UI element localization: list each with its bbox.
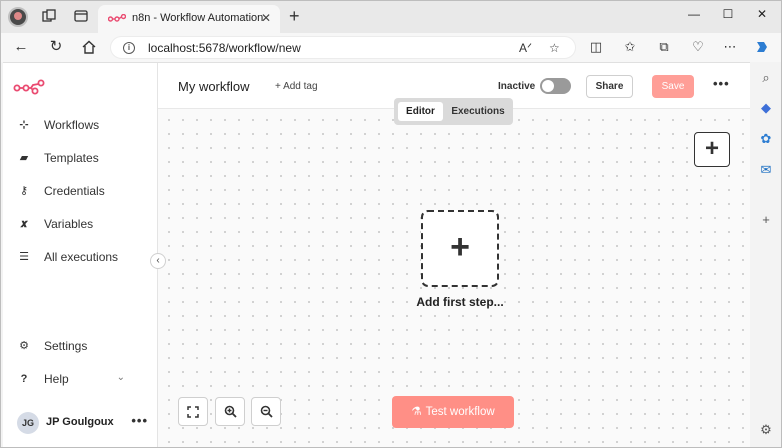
user-name: JP Goulgoux [46, 416, 114, 428]
favorite-star-icon[interactable]: ☆ [549, 41, 560, 55]
zoom-out-icon [260, 406, 273, 418]
split-screen-icon[interactable]: ◫ [588, 39, 604, 55]
outlook-icon[interactable]: ✉ [758, 162, 774, 178]
back-icon[interactable]: ← [12, 38, 30, 56]
site-info-icon[interactable]: i [123, 42, 135, 54]
gear-icon: ⚙ [19, 340, 29, 352]
sidebar-item-workflows[interactable]: ⊹ Workflows [17, 115, 147, 135]
browser-tab-bar: n8n - Workflow Automation ✕ + — ☐ ✕ [0, 0, 782, 33]
copilot-icon[interactable] [754, 39, 770, 55]
sidebar-item-templates[interactable]: ▰ Templates [17, 148, 147, 168]
flask-icon: ⚗ [411, 406, 422, 418]
sidebar-item-label: Credentials [44, 184, 105, 198]
list-icon: ☰ [19, 251, 29, 263]
sidebar-item-label: Templates [44, 151, 99, 165]
browser-tab-active[interactable]: n8n - Workflow Automation ✕ [98, 5, 280, 33]
search-icon[interactable]: ⌕ [758, 70, 774, 86]
save-button[interactable]: Save [652, 75, 694, 98]
settings-more-icon[interactable]: ⋯ [722, 39, 738, 55]
sidebar-item-help[interactable]: ? Help ⌄ [17, 369, 147, 389]
zoom-in-icon [224, 406, 237, 418]
user-menu[interactable]: JG JP Goulgoux ••• [17, 412, 152, 434]
url-text[interactable]: localhost:5678/workflow/new [148, 41, 301, 55]
tools-icon[interactable]: ✿ [758, 131, 774, 147]
share-button[interactable]: Share [586, 75, 633, 98]
address-bar[interactable]: i localhost:5678/workflow/new Aᐟ ☆ [110, 36, 576, 59]
view-switcher: Editor Executions [394, 98, 513, 125]
n8n-app: ⊹ Workflows ▰ Templates ⚷ Credentials 𝒙 … [3, 62, 750, 447]
workflow-name[interactable]: My workflow [178, 79, 250, 94]
n8n-favicon [108, 14, 126, 22]
zoom-to-fit-button[interactable] [178, 397, 208, 426]
sidebar-settings-icon[interactable]: ⚙ [758, 422, 774, 438]
key-icon: ⚷ [19, 185, 29, 197]
home-icon[interactable] [81, 39, 97, 55]
profile-avatar[interactable] [8, 7, 28, 27]
refresh-icon[interactable]: ↻ [47, 38, 65, 56]
favorites-icon[interactable]: ✩ [622, 39, 638, 55]
add-tag-link[interactable]: + Add tag [275, 81, 318, 92]
avatar: JG [17, 412, 39, 434]
sidebar-item-label: Settings [44, 339, 88, 353]
active-state-label: Inactive [498, 81, 536, 92]
test-workflow-label: Test workflow [425, 406, 495, 418]
workspaces-icon[interactable] [42, 9, 56, 23]
sidebar-item-variables[interactable]: 𝒙 Variables [17, 214, 147, 234]
sidebar-item-label: Help [44, 372, 69, 386]
templates-icon: ▰ [19, 152, 29, 164]
sidebar-item-all-executions[interactable]: ☰ All executions [17, 247, 147, 267]
close-window-button[interactable]: ✕ [752, 5, 772, 23]
collections-icon[interactable]: ⧉ [656, 39, 672, 55]
tab-executions[interactable]: Executions [449, 102, 507, 121]
browser-toolbar: ← ↻ i localhost:5678/workflow/new Aᐟ ☆ ◫… [0, 33, 782, 62]
tab-close-icon[interactable]: ✕ [261, 11, 271, 25]
shopping-tag-icon[interactable]: ◆ [758, 100, 774, 116]
tab-title: n8n - Workflow Automation [132, 12, 264, 24]
workflow-more-button[interactable]: ••• [713, 76, 730, 91]
open-node-creator-button[interactable]: + [694, 132, 730, 167]
new-tab-button[interactable]: + [289, 7, 300, 25]
add-first-step-button[interactable]: + [421, 210, 499, 287]
help-icon: ? [20, 373, 28, 385]
sidebar-item-credentials[interactable]: ⚷ Credentials [17, 181, 147, 201]
browser-essentials-icon[interactable]: ♡ [690, 39, 706, 55]
n8n-logo-icon[interactable] [13, 79, 45, 95]
workflow-canvas[interactable]: Editor Executions + + Add first step... … [158, 98, 750, 447]
zoom-out-button[interactable] [251, 397, 281, 426]
sidebar-item-label: Workflows [44, 118, 100, 132]
collapse-sidebar-button[interactable]: ‹ [150, 253, 166, 269]
zoom-in-button[interactable] [215, 397, 245, 426]
test-workflow-button[interactable]: ⚗ Test workflow [392, 396, 514, 428]
fullscreen-icon [187, 406, 199, 418]
user-more-icon[interactable]: ••• [131, 413, 148, 428]
vertical-tabs-icon[interactable] [74, 9, 88, 23]
minimize-button[interactable]: — [684, 5, 704, 23]
main-sidebar: ⊹ Workflows ▰ Templates ⚷ Credentials 𝒙 … [3, 63, 158, 447]
sidebar-item-settings[interactable]: ⚙ Settings [17, 336, 147, 356]
chevron-down-icon: ⌄ [116, 372, 125, 383]
maximize-button[interactable]: ☐ [718, 5, 738, 23]
add-sidebar-app-icon[interactable]: + [758, 212, 774, 228]
variables-icon: 𝒙 [20, 218, 28, 230]
add-first-step-label: Add first step... [416, 295, 504, 309]
sidebar-item-label: Variables [44, 217, 94, 231]
sidebar-item-label: All executions [44, 250, 119, 264]
workflows-icon: ⊹ [19, 119, 29, 131]
read-aloud-icon[interactable]: Aᐟ [519, 41, 532, 55]
activate-toggle[interactable] [540, 78, 571, 94]
edge-sidebar: ⌕ ◆ ✿ ✉ + ⚙ [750, 62, 782, 448]
tab-editor[interactable]: Editor [398, 102, 443, 121]
